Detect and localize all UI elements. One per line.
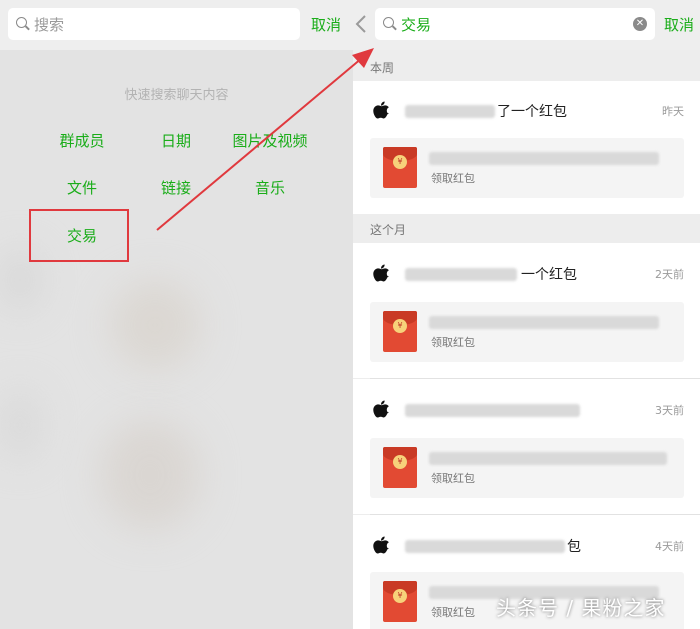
red-packet-card[interactable]: ¥ 领取红包 — [370, 438, 684, 498]
search-icon — [383, 17, 397, 31]
apple-icon — [373, 264, 389, 282]
search-hint: 快速搜索聊天内容 — [124, 88, 229, 103]
annotation-highlight-box — [29, 209, 129, 262]
list-item[interactable]: 一个红包 2天前 ¥ 领取红包 — [353, 243, 700, 378]
search-placeholder: 搜索 — [34, 15, 65, 34]
clear-icon[interactable]: ✕ — [633, 17, 647, 31]
message-preview: 一个红包 — [521, 267, 577, 283]
message-preview: 了一个红包 — [497, 104, 567, 120]
message-preview: 包 — [567, 539, 581, 555]
blurred-text — [405, 105, 495, 118]
list-item[interactable]: 3天前 ¥ 领取红包 — [353, 379, 700, 514]
blurred-avatar — [110, 280, 200, 370]
red-packet-card[interactable]: ¥ 领取红包 — [370, 138, 684, 198]
search-bar: 搜索 取消 — [0, 0, 353, 50]
cancel-button[interactable]: 取消 — [311, 14, 341, 35]
red-packet-icon: ¥ — [383, 581, 417, 622]
search-query: 交易 — [401, 15, 432, 34]
red-packet-icon: ¥ — [383, 447, 417, 488]
blurred-text — [405, 404, 580, 417]
blurred-avatar — [100, 420, 200, 530]
blurred-avatar — [0, 390, 40, 460]
filter-photos-videos[interactable]: 图片及视频 — [215, 130, 325, 151]
apple-icon — [373, 536, 389, 554]
watermark: 头条号 / 果粉之家 — [496, 596, 666, 620]
results-search-bar: 交易 ✕ 取消 — [353, 0, 700, 50]
search-icon — [16, 17, 30, 31]
red-packet-card[interactable]: ¥ 领取红包 — [370, 302, 684, 362]
blurred-text — [405, 540, 565, 553]
blurred-text — [429, 152, 659, 165]
card-label: 领取红包 — [431, 172, 475, 185]
timestamp: 4天前 — [655, 540, 684, 553]
apple-icon — [373, 400, 389, 418]
red-packet-icon: ¥ — [383, 147, 417, 188]
card-label: 领取红包 — [431, 472, 475, 485]
section-header-this-month: 这个月 — [353, 217, 700, 243]
blurred-text — [429, 452, 667, 465]
list-item[interactable]: 了一个红包 昨天 ¥ 领取红包 — [353, 81, 700, 214]
red-packet-icon: ¥ — [383, 311, 417, 352]
apple-icon — [373, 101, 389, 119]
filter-music[interactable]: 音乐 — [215, 177, 325, 198]
timestamp: 昨天 — [662, 105, 684, 118]
search-input[interactable]: 搜索 — [8, 8, 300, 40]
card-label: 领取红包 — [431, 336, 475, 349]
search-panel: 搜索 取消 快速搜索聊天内容 群成员 日期 图片及视频 文件 链接 音乐 交易 — [0, 0, 353, 629]
card-label: 领取红包 — [431, 606, 475, 619]
timestamp: 3天前 — [655, 404, 684, 417]
blurred-text — [429, 316, 659, 329]
section-header-this-week: 本周 — [353, 55, 700, 81]
results-search-input[interactable]: 交易 ✕ — [375, 8, 655, 40]
cancel-button[interactable]: 取消 — [664, 14, 694, 35]
chevron-left-icon[interactable] — [354, 14, 368, 34]
blurred-text — [405, 268, 517, 281]
timestamp: 2天前 — [655, 268, 684, 281]
results-panel: 交易 ✕ 取消 本周 了一个红包 昨天 ¥ 领取红包 这个月 一个红包 2天前 … — [353, 0, 700, 629]
